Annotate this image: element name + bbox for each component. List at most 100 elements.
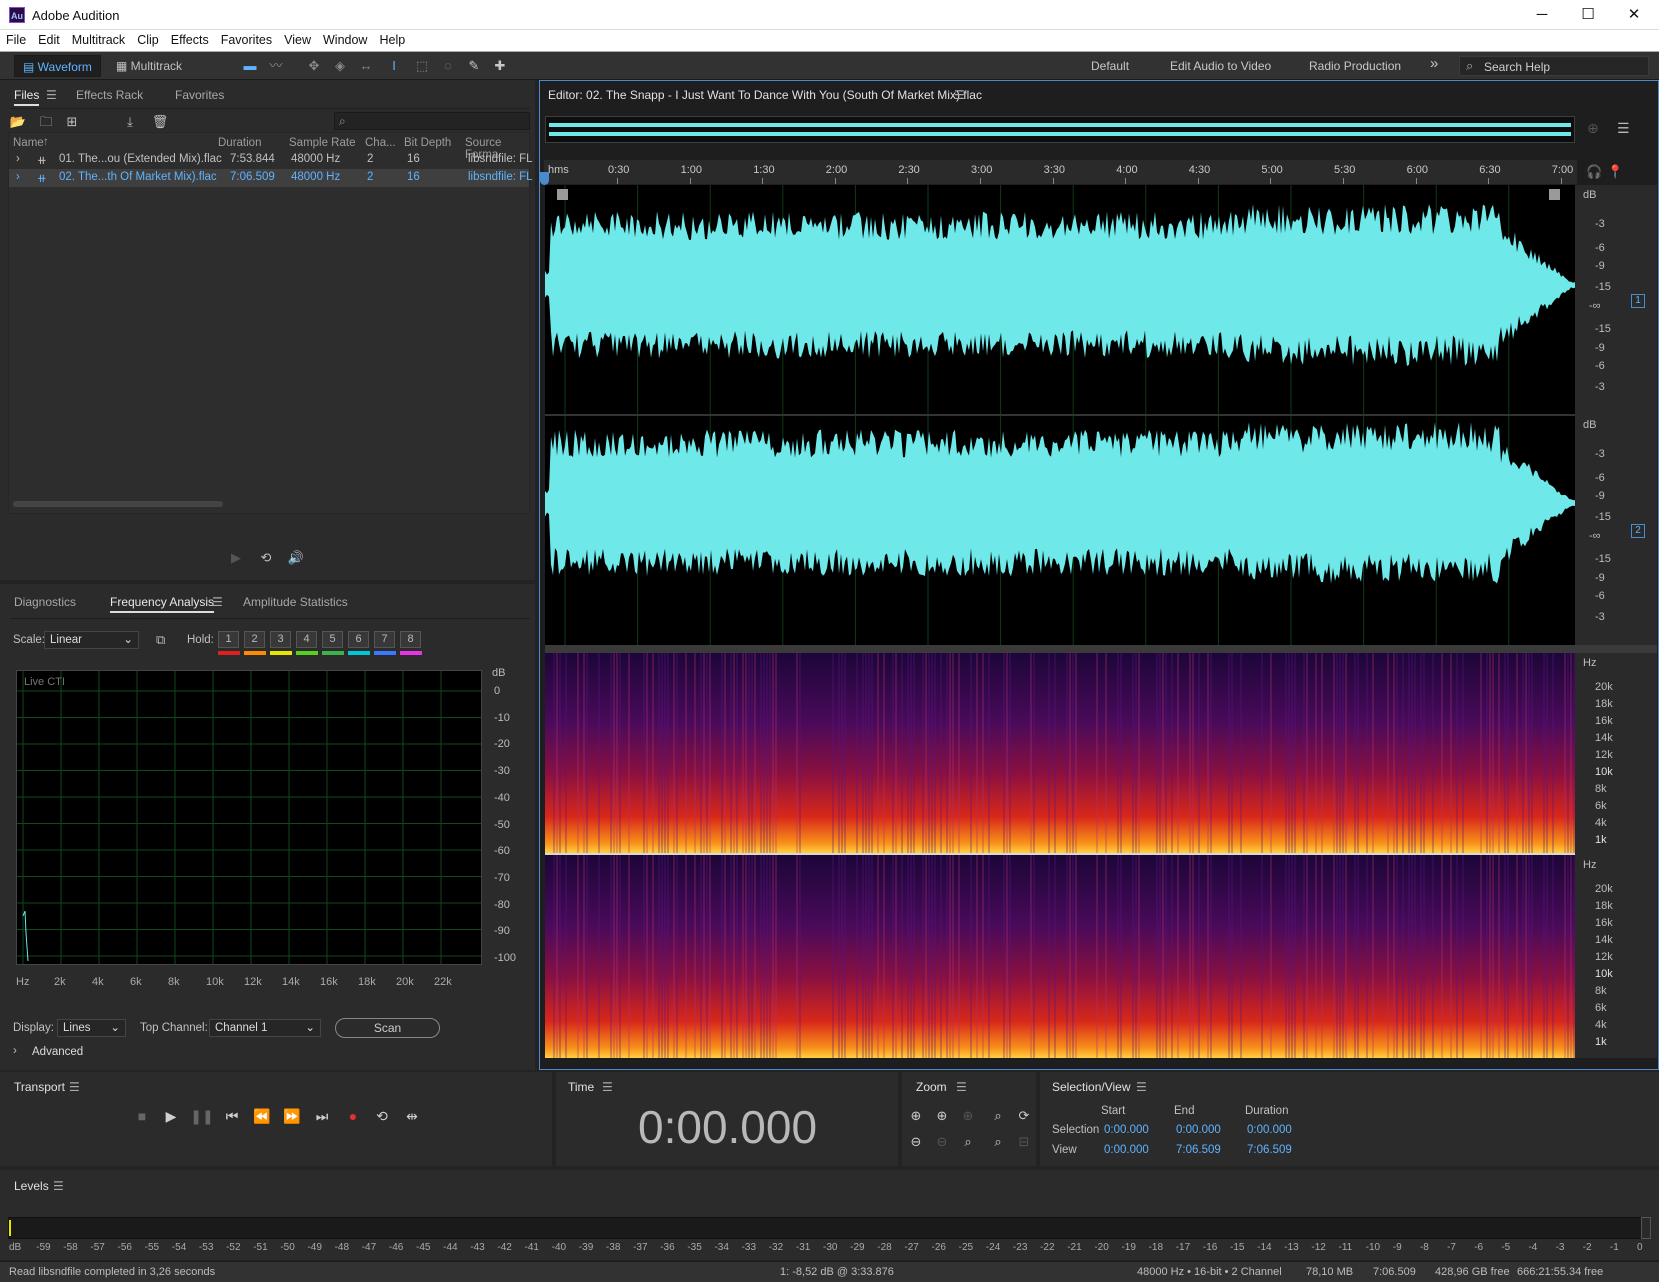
marquee-tool-icon[interactable]: ⬚ xyxy=(412,56,432,76)
editor-menu-icon[interactable]: ☰ xyxy=(954,88,965,102)
advanced-label[interactable]: Advanced xyxy=(32,1046,83,1058)
delete-file-icon[interactable]: 🗑 xyxy=(150,112,170,132)
selection-duration[interactable]: 0:00.000 xyxy=(1247,1124,1292,1136)
brush-tool-icon[interactable]: ✎ xyxy=(464,56,484,76)
workspace-radio-production[interactable]: Radio Production xyxy=(1309,59,1401,73)
fade-out-handle-icon[interactable] xyxy=(1549,189,1560,200)
hold-button-5[interactable]: 5 xyxy=(322,631,343,648)
clip-indicator[interactable] xyxy=(1641,1217,1651,1239)
zoom-out-time-icon[interactable]: ⊖ xyxy=(932,1132,952,1152)
table-row[interactable]: › ⧺ 01. The...ou (Extended Mix).flac 7:5… xyxy=(9,151,533,169)
stop-icon[interactable]: ■ xyxy=(129,1106,155,1126)
pitch-display-icon[interactable]: 〰 xyxy=(266,56,286,76)
menu-window[interactable]: Window xyxy=(317,30,373,50)
menu-view[interactable]: View xyxy=(278,30,317,50)
menu-file[interactable]: File xyxy=(0,30,32,50)
selection-start[interactable]: 0:00.000 xyxy=(1104,1124,1149,1136)
view-start[interactable]: 0:00.000 xyxy=(1104,1144,1149,1156)
fast-forward-icon[interactable]: ⏩ xyxy=(279,1106,305,1126)
lasso-tool-icon[interactable]: ◌ xyxy=(438,56,458,76)
maximize-button[interactable]: ☐ xyxy=(1565,0,1611,30)
play-icon[interactable]: ▶ xyxy=(158,1106,184,1126)
scan-button[interactable]: Scan xyxy=(335,1018,440,1038)
hold-button-2[interactable]: 2 xyxy=(244,631,265,648)
loop-playback-icon[interactable]: ⟲ xyxy=(369,1106,395,1126)
overlay-icon[interactable]: ⧉ xyxy=(156,632,165,648)
import-file-icon[interactable]: 🗀 xyxy=(36,112,56,132)
zoom-in-at-end-icon[interactable]: ⌕ xyxy=(958,1132,978,1152)
horizontal-scrollbar[interactable] xyxy=(13,501,223,507)
expand-chevron-icon[interactable]: › xyxy=(16,153,20,165)
spectral-display-icon[interactable]: ▬ xyxy=(240,56,260,76)
files-panel-menu-icon[interactable]: ☰ xyxy=(46,88,57,102)
advanced-chevron-icon[interactable]: › xyxy=(13,1045,17,1057)
new-file-icon[interactable]: ⊞ xyxy=(62,112,82,132)
menu-edit[interactable]: Edit xyxy=(32,30,66,50)
levels-menu-icon[interactable]: ☰ xyxy=(53,1179,64,1193)
tab-frequency-analysis[interactable]: Frequency Analysis xyxy=(110,595,215,613)
menu-multitrack[interactable]: Multitrack xyxy=(66,30,131,50)
spot-healing-tool-icon[interactable]: ✚ xyxy=(490,56,510,76)
analysis-panel-menu-icon[interactable]: ☰ xyxy=(212,595,223,609)
hold-button-4[interactable]: 4 xyxy=(296,631,317,648)
zoom-in-at-start-icon[interactable]: ⌕ xyxy=(988,1106,1008,1126)
channel-2-badge[interactable]: 2 xyxy=(1631,524,1645,538)
zoom-in-amplitude-icon[interactable]: ⊕ xyxy=(906,1106,926,1126)
minimize-button[interactable]: ─ xyxy=(1519,0,1565,30)
pin-icon[interactable]: 📍 xyxy=(1607,164,1623,180)
view-duration[interactable]: 7:06.509 xyxy=(1247,1144,1292,1156)
col-duration[interactable]: Duration xyxy=(218,137,261,149)
tab-favorites[interactable]: Favorites xyxy=(175,88,224,102)
expand-chevron-icon[interactable]: › xyxy=(16,171,20,183)
tab-amplitude-statistics[interactable]: Amplitude Statistics xyxy=(243,595,348,609)
razor-tool-icon[interactable]: ◈ xyxy=(330,56,350,76)
workspace-default[interactable]: Default xyxy=(1091,59,1129,73)
insert-into-multitrack-icon[interactable]: ⤓ xyxy=(120,112,140,132)
tab-effects-rack[interactable]: Effects Rack xyxy=(76,88,143,102)
pause-icon[interactable]: ❚❚ xyxy=(189,1106,215,1126)
zoom-out-amplitude-icon[interactable]: ⊖ xyxy=(906,1132,926,1152)
col-sample-rate[interactable]: Sample Rate xyxy=(289,137,355,149)
search-help-field[interactable]: ⌕ Search Help xyxy=(1459,56,1649,76)
zoom-fit-icon[interactable]: ⊟ xyxy=(1014,1132,1034,1152)
zoom-out-full-icon[interactable]: ⌕ xyxy=(988,1132,1008,1152)
channel-1-badge[interactable]: 1 xyxy=(1631,294,1645,308)
workspace-edit-audio-to-video[interactable]: Edit Audio to Video xyxy=(1170,59,1271,73)
display-dropdown[interactable]: Lines ⌄ xyxy=(57,1019,126,1037)
transport-menu-icon[interactable]: ☰ xyxy=(69,1080,80,1094)
menu-favorites[interactable]: Favorites xyxy=(215,30,278,50)
selection-end[interactable]: 0:00.000 xyxy=(1176,1124,1221,1136)
zoom-reset-icon[interactable]: ⟳ xyxy=(1014,1106,1034,1126)
spectral-display[interactable] xyxy=(545,653,1575,1058)
col-bit-depth[interactable]: Bit Depth xyxy=(404,137,451,149)
overview-bar[interactable] xyxy=(545,116,1575,143)
close-button[interactable]: ✕ xyxy=(1611,0,1657,30)
spectral-divider[interactable] xyxy=(545,645,1657,653)
go-to-end-icon[interactable]: ⏭ xyxy=(309,1106,335,1126)
time-display[interactable]: 0:00.000 xyxy=(638,1100,817,1154)
selection-view-menu-icon[interactable]: ☰ xyxy=(1136,1080,1147,1094)
waveform-display[interactable] xyxy=(545,185,1575,645)
time-ruler[interactable]: hms 0:30 1:00 1:30 2:00 2:30 3:00 3:30 4:00 4:30… xyxy=(544,160,1577,184)
headphones-icon[interactable]: 🎧 xyxy=(1586,164,1602,180)
hold-button-6[interactable]: 6 xyxy=(348,631,369,648)
go-to-start-icon[interactable]: ⏮ xyxy=(219,1106,245,1126)
top-channel-dropdown[interactable]: Channel 1 ⌄ xyxy=(209,1019,321,1037)
auto-play-icon[interactable]: 🔊 xyxy=(286,548,306,568)
playhead-marker[interactable] xyxy=(540,172,549,185)
tab-diagnostics[interactable]: Diagnostics xyxy=(14,595,76,609)
hold-button-1[interactable]: 1 xyxy=(218,631,239,648)
open-file-icon[interactable]: 📂 xyxy=(8,112,28,132)
hold-button-8[interactable]: 8 xyxy=(400,631,421,648)
hold-button-7[interactable]: 7 xyxy=(374,631,395,648)
rewind-icon[interactable]: ⏪ xyxy=(249,1106,275,1126)
hold-button-3[interactable]: 3 xyxy=(270,631,291,648)
menu-help[interactable]: Help xyxy=(373,30,411,50)
zoom-in-time-icon[interactable]: ⊕ xyxy=(932,1106,952,1126)
scale-dropdown[interactable]: Linear ⌄ xyxy=(44,631,139,649)
fade-in-handle-icon[interactable] xyxy=(557,189,568,200)
time-selection-tool-icon[interactable]: I xyxy=(384,56,404,76)
play-preview-icon[interactable]: ▶ xyxy=(226,548,246,568)
col-channels[interactable]: Cha... xyxy=(365,137,396,149)
menu-effects[interactable]: Effects xyxy=(165,30,215,50)
